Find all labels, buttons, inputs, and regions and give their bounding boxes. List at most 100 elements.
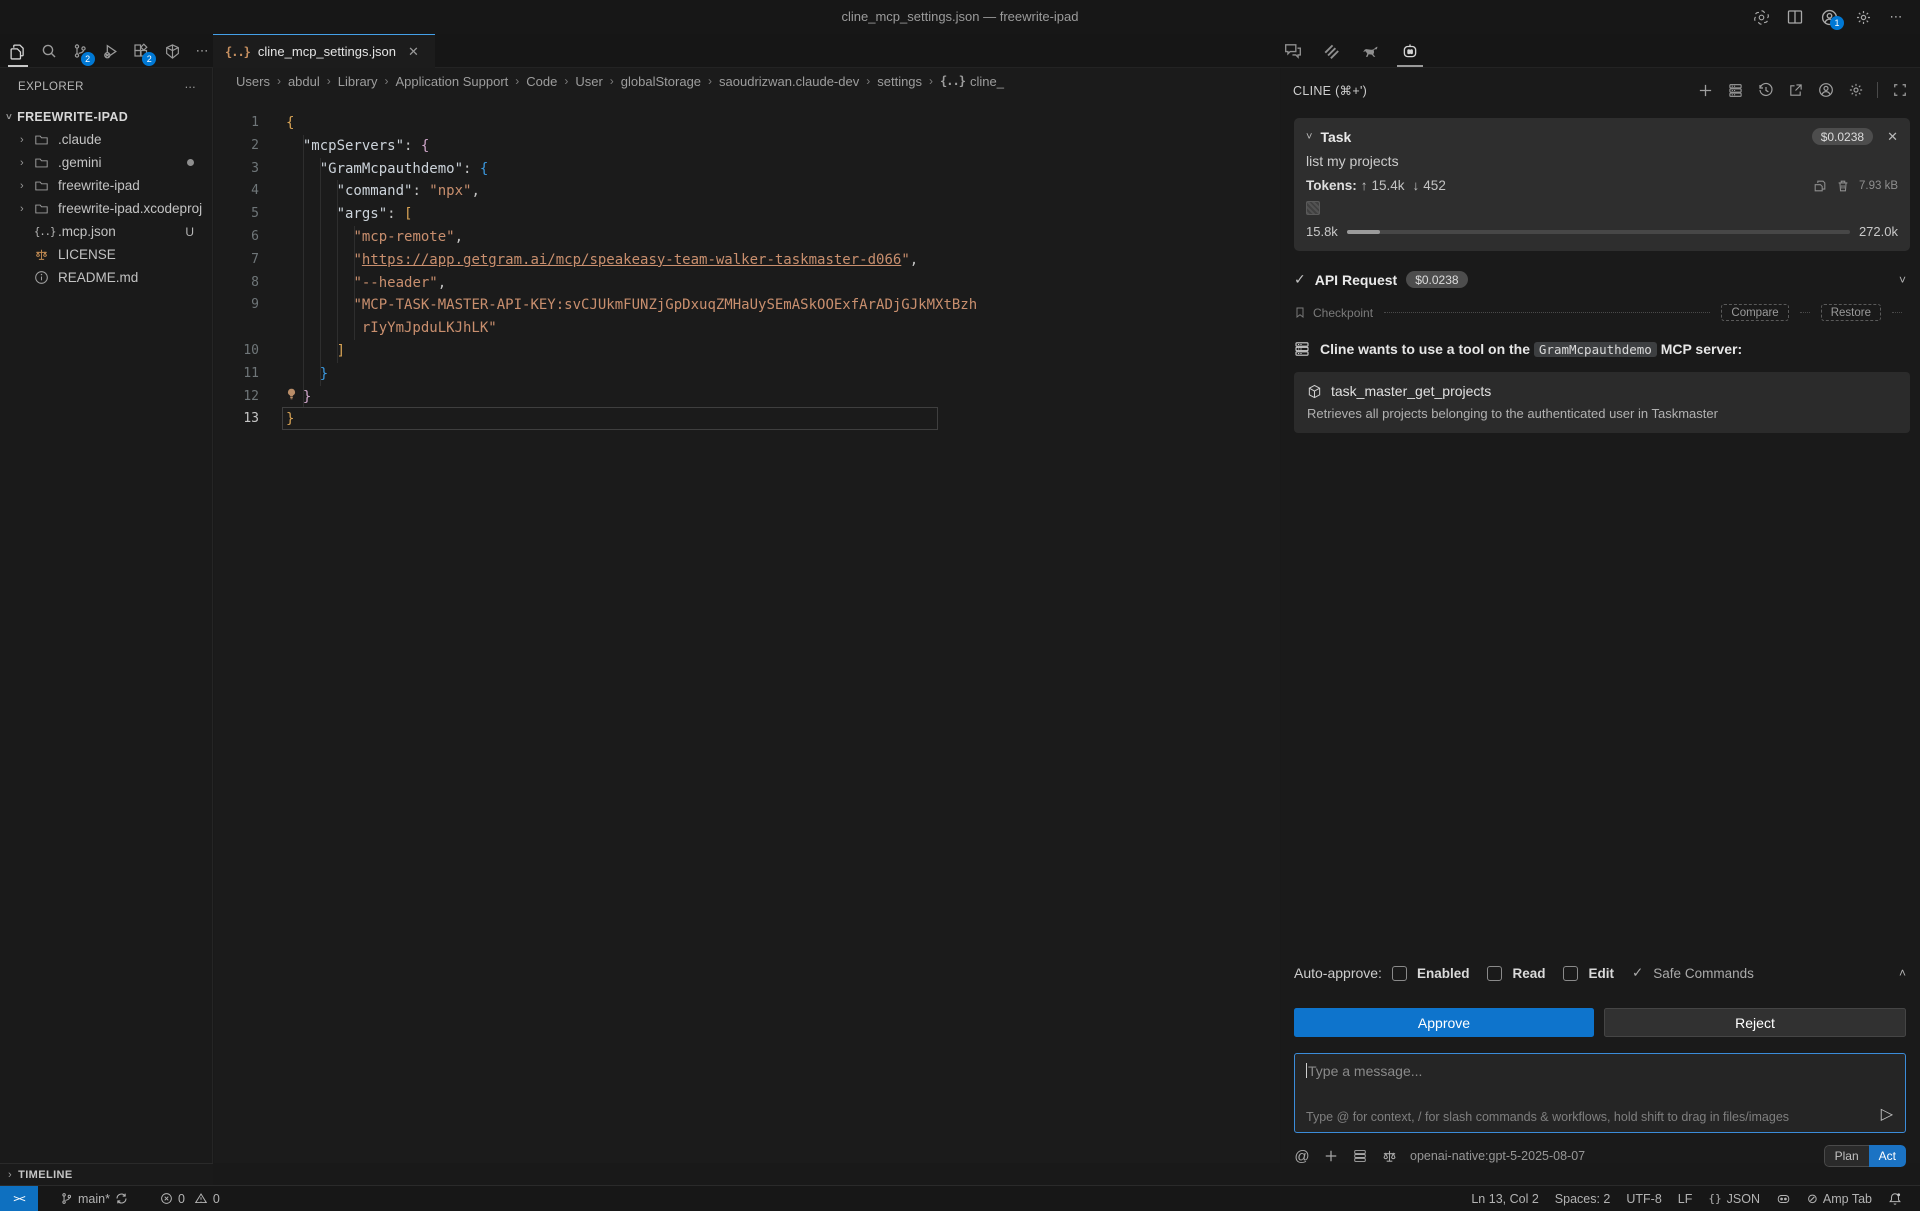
amp-tab-item[interactable]: ⊘ Amp Tab	[1799, 1191, 1880, 1207]
timeline-section[interactable]: › TIMELINE	[0, 1163, 213, 1185]
checkbox-edit[interactable]	[1563, 966, 1578, 981]
new-task-icon[interactable]	[1697, 82, 1714, 99]
eol-indicator[interactable]: LF	[1670, 1192, 1701, 1206]
checkbox-enabled-label[interactable]: Enabled	[1417, 966, 1470, 981]
safe-commands-label[interactable]: Safe Commands	[1653, 966, 1754, 981]
indent-info[interactable]: Spaces: 2	[1547, 1192, 1619, 1206]
account-icon[interactable]: 1	[1820, 8, 1838, 26]
send-icon[interactable]: ▷	[1881, 1104, 1893, 1124]
tree-item--gemini[interactable]: ›.gemini	[0, 151, 212, 174]
tree-item--mcp-json[interactable]: {..}.mcp.jsonU	[0, 220, 212, 243]
chat-view-icon[interactable]	[1282, 39, 1304, 63]
task-collapse-chevron[interactable]: ˅	[1306, 131, 1312, 143]
rules-scales-icon[interactable]	[1381, 1148, 1397, 1164]
settings-gear-icon[interactable]	[1854, 8, 1872, 26]
restore-button[interactable]: Restore	[1821, 304, 1881, 321]
checkbox-read-label[interactable]: Read	[1512, 966, 1545, 981]
copilot-icon[interactable]	[1768, 1192, 1799, 1206]
code-line[interactable]: 9 "MCP-TASK-MASTER-API-KEY:svCJUkmFUNZjG…	[214, 294, 1280, 317]
compare-button[interactable]: Compare	[1721, 304, 1788, 321]
checkbox-read[interactable]	[1487, 966, 1502, 981]
api-request-row[interactable]: ✓ API Request $0.0238 ˅	[1294, 271, 1906, 288]
tree-item-freewrite-ipad-xcodeproj[interactable]: ›freewrite-ipad.xcodeproj	[0, 197, 212, 220]
remote-explorer-icon[interactable]	[162, 39, 182, 63]
breadcrumb-item[interactable]: settings	[877, 74, 922, 89]
plan-toggle[interactable]: Plan	[1824, 1145, 1869, 1167]
add-icon[interactable]	[1323, 1148, 1339, 1164]
explorer-icon[interactable]	[8, 39, 28, 63]
code-editor[interactable]: 1{2 "mcpServers": {3 "GramMcpauthdemo": …	[214, 112, 1280, 431]
code-line[interactable]: 1{	[214, 112, 1280, 135]
activity-more-icon[interactable]: ⋯	[193, 39, 213, 63]
tree-item-freewrite-ipad[interactable]: ›freewrite-ipad	[0, 174, 212, 197]
source-control-icon[interactable]: 2	[70, 39, 90, 63]
cache-square[interactable]	[1306, 201, 1320, 215]
message-input[interactable]: Type a message... Type @ for context, / …	[1294, 1053, 1906, 1133]
breadcrumb-item[interactable]: abdul	[288, 74, 320, 89]
code-line[interactable]: 4 "command": "npx",	[214, 180, 1280, 203]
extensions-icon[interactable]: 2	[131, 39, 151, 63]
notifications-bell-icon[interactable]	[1880, 1192, 1910, 1206]
run-debug-icon[interactable]	[101, 39, 121, 63]
history-icon[interactable]	[1757, 82, 1774, 99]
amp-view-icon[interactable]	[1321, 39, 1343, 63]
breadcrumb-item[interactable]: Library	[338, 74, 378, 89]
errors-item[interactable]: 0 0	[152, 1192, 228, 1206]
copy-icon[interactable]	[1813, 179, 1827, 193]
cursor-position[interactable]: Ln 13, Col 2	[1463, 1192, 1546, 1206]
tool-card[interactable]: task_master_get_projects Retrieves all p…	[1294, 372, 1910, 433]
breadcrumb-item[interactable]: cline_	[970, 74, 1004, 89]
tree-item-license[interactable]: LICENSE	[0, 243, 212, 266]
fullscreen-icon[interactable]	[1891, 82, 1908, 99]
explorer-more-icon[interactable]: ⋯	[185, 80, 199, 94]
code-line[interactable]: rIyYmJpduLKJhLK"	[214, 317, 1280, 340]
toolbar-mcp-icon[interactable]	[1352, 1148, 1368, 1164]
reject-button[interactable]: Reject	[1604, 1008, 1906, 1037]
code-line[interactable]: 5 "args": [	[214, 203, 1280, 226]
trash-icon[interactable]	[1836, 179, 1850, 193]
kangaroo-view-icon[interactable]	[1360, 39, 1382, 63]
breadcrumb-item[interactable]: globalStorage	[621, 74, 701, 89]
panel-settings-icon[interactable]	[1847, 82, 1864, 99]
code-line[interactable]: 2 "mcpServers": {	[214, 135, 1280, 158]
editor-tab[interactable]: {..} cline_mcp_settings.json ✕	[213, 34, 435, 68]
checkbox-edit-label[interactable]: Edit	[1588, 966, 1614, 981]
model-label[interactable]: openai-native:gpt-5-2025-08-07	[1410, 1149, 1585, 1163]
act-toggle[interactable]: Act	[1869, 1145, 1906, 1167]
tree-item--claude[interactable]: ›.claude	[0, 128, 212, 151]
code-line[interactable]: 6 "mcp-remote",	[214, 226, 1280, 249]
more-actions-icon[interactable]: ⋯	[1888, 8, 1906, 26]
code-line[interactable]: 7 "https://app.getgram.ai/mcp/speakeasy-…	[214, 249, 1280, 272]
breadcrumb-item[interactable]: saoudrizwan.claude-dev	[719, 74, 859, 89]
search-icon[interactable]	[39, 39, 59, 63]
lightbulb-icon[interactable]	[285, 386, 298, 402]
open-in-editor-icon[interactable]	[1787, 82, 1804, 99]
api-request-chevron[interactable]: ˅	[1899, 273, 1906, 287]
code-line[interactable]: 13}	[214, 408, 1280, 431]
openai-icon[interactable]	[1752, 8, 1770, 26]
breadcrumb-item[interactable]: User	[575, 74, 602, 89]
code-line[interactable]: 3 "GramMcpauthdemo": {	[214, 158, 1280, 181]
code-line[interactable]: 8 "--header",	[214, 272, 1280, 295]
breadcrumb-item[interactable]: Users	[236, 74, 270, 89]
tab-close-icon[interactable]: ✕	[408, 44, 419, 60]
mcp-servers-icon[interactable]	[1727, 82, 1744, 99]
language-mode[interactable]: {﻿} JSON	[1700, 1192, 1768, 1206]
approve-button[interactable]: Approve	[1294, 1008, 1594, 1037]
remote-indicator[interactable]: ><	[0, 1186, 38, 1211]
branch-item[interactable]: main*	[52, 1192, 136, 1206]
breadcrumb-item[interactable]: Code	[526, 74, 557, 89]
context-mention-icon[interactable]: @	[1294, 1148, 1310, 1164]
auto-approve-collapse-chevron[interactable]: ˄	[1899, 966, 1906, 980]
account-panel-icon[interactable]	[1817, 82, 1834, 99]
code-line[interactable]: 12 }	[214, 386, 1280, 409]
tree-item-readme-md[interactable]: README.md	[0, 266, 212, 289]
cline-view-icon[interactable]	[1399, 39, 1421, 63]
code-line[interactable]: 11 }	[214, 363, 1280, 386]
explorer-root[interactable]: ˅ FREEWRITE-IPAD	[0, 104, 212, 128]
encoding[interactable]: UTF-8	[1618, 1192, 1669, 1206]
task-close-icon[interactable]: ✕	[1887, 129, 1898, 145]
breadcrumb-item[interactable]: Application Support	[396, 74, 509, 89]
split-editor-icon[interactable]	[1786, 8, 1804, 26]
code-line[interactable]: 10 ]	[214, 340, 1280, 363]
